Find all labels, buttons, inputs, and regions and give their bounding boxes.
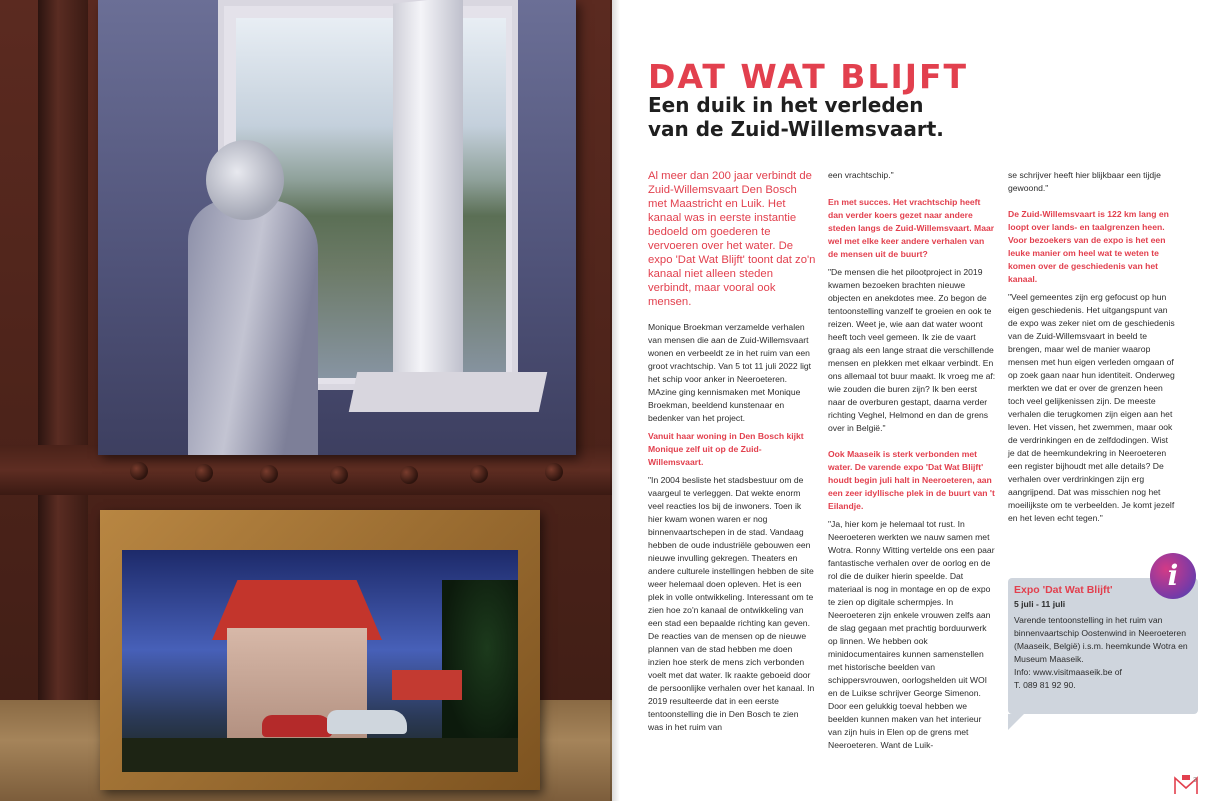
rivet (195, 464, 213, 482)
interview-question: Ook Maaseik is sterk verbonden met water… (828, 449, 995, 511)
info-website: Info: www.visitmaaseik.be of (1014, 667, 1122, 677)
info-phone: T. 089 81 92 90. (1014, 680, 1076, 690)
interview-question: En met succes. Het vrachtschip heeft dan… (828, 197, 995, 259)
painted-woman-figure (188, 200, 318, 455)
text-column-3: se schrijver heeft hier blijkbaar een ti… (1008, 169, 1176, 530)
rivet (130, 462, 148, 480)
text-column-1: Al meer dan 200 jaar verbindt de Zuid-Wi… (648, 169, 816, 739)
body-paragraph: se schrijver heeft hier blijkbaar een ti… (1008, 170, 1161, 193)
painted-window-sill (348, 372, 548, 412)
body-paragraph: een vrachtschip." (828, 170, 894, 180)
photo-white-car (327, 710, 407, 734)
photo-shed-roof (392, 670, 462, 700)
article-headline: DAT WAT BLIJFT (648, 57, 969, 96)
interview-question: Vanuit haar woning in Den Bosch kijkt Mo… (648, 431, 804, 467)
rivet (470, 465, 488, 483)
rivet (330, 466, 348, 484)
subhead-line-1: Een duik in het verleden (648, 93, 924, 117)
painted-woman-head (206, 140, 284, 220)
body-paragraph: "Veel gemeentes zijn erg gefocust op hun… (1008, 292, 1175, 523)
text-column-2: een vrachtschip." En met succes. Het vra… (828, 169, 996, 757)
interview-question: De Zuid-Willemsvaart is 122 km lang en l… (1008, 209, 1169, 284)
info-icon: i (1150, 553, 1196, 599)
rivet (260, 465, 278, 483)
info-box-fold (1008, 714, 1024, 730)
info-dates: 5 juli - 11 juli (1014, 599, 1066, 609)
ship-hull-pole (38, 0, 88, 801)
info-glyph: i (1167, 559, 1179, 592)
page-fold-shadow (610, 0, 620, 801)
body-paragraph: "In 2004 besliste het stadsbestuur om de… (648, 475, 815, 732)
body-paragraph: Monique Broekman verzamelde verhalen van… (648, 322, 812, 423)
framed-house-photo (100, 510, 540, 790)
page-number: 3 (1193, 777, 1197, 784)
painting-woman-at-window (98, 0, 576, 455)
house-photo-image (122, 550, 518, 772)
photo-red-car (262, 715, 332, 737)
rivet (400, 466, 418, 484)
subhead-line-2: van de Zuid-Willemsvaart. (648, 117, 944, 141)
painted-open-shutter (393, 0, 463, 399)
info-body: Varende tentoonstelling in het ruim van … (1014, 615, 1188, 664)
article-subhead: Een duik in het verleden van de Zuid-Wil… (648, 93, 978, 141)
body-paragraph: "De mensen die het pilootproject in 2019… (828, 267, 996, 433)
body-paragraph: "Ja, hier kom je helemaal tot rust. In N… (828, 519, 995, 750)
cover-photo (0, 0, 612, 801)
photo-lawn (122, 738, 518, 772)
rivet (545, 463, 563, 481)
photo-trees (442, 580, 518, 750)
intro-paragraph: Al meer dan 200 jaar verbindt de Zuid-Wi… (648, 170, 816, 308)
